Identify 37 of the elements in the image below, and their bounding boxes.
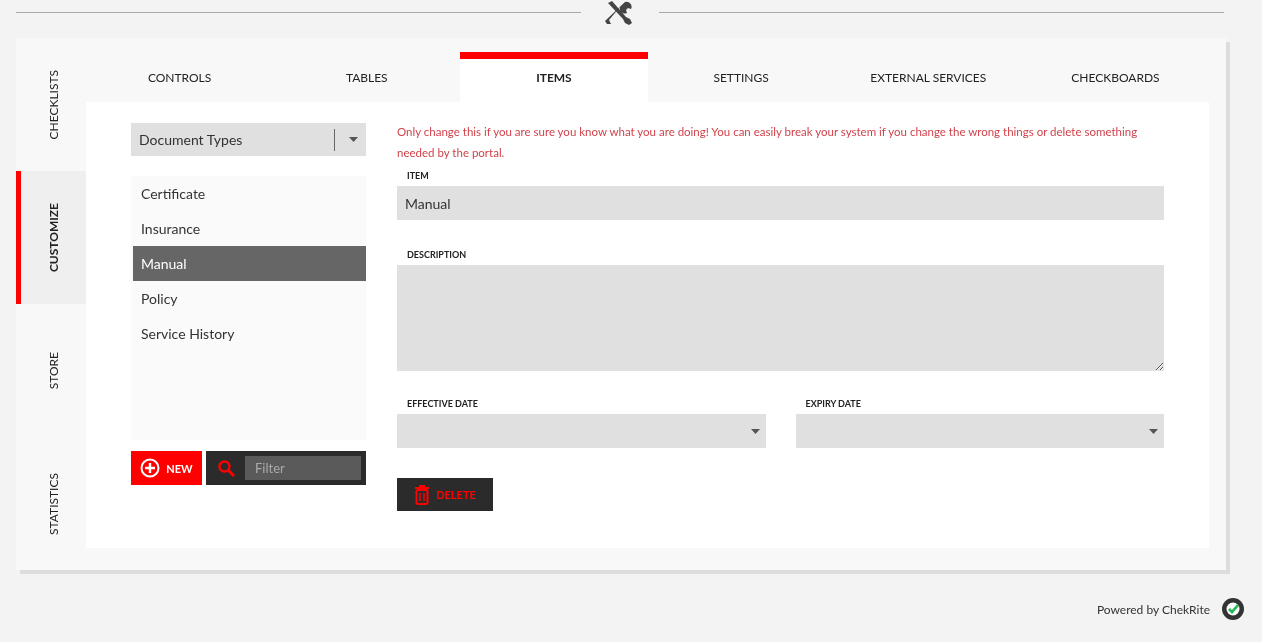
trash-icon — [414, 484, 431, 505]
side-tab[interactable]: STORE — [16, 304, 86, 437]
type-dropdown[interactable]: Document Types — [131, 123, 366, 156]
field-label: EXPIRY DATE — [804, 398, 861, 409]
plus-circle-icon — [140, 458, 161, 478]
caret-icon — [1149, 428, 1158, 434]
footer-text: Powered by ChekRite — [1096, 601, 1210, 617]
item-field[interactable]: Manual — [397, 186, 1164, 220]
search-icon — [218, 459, 235, 477]
tab[interactable]: CONTROLS — [86, 52, 274, 102]
filter-field[interactable]: Filter — [245, 456, 361, 480]
date-dropdown[interactable] — [397, 414, 766, 448]
caret-icon — [750, 428, 760, 434]
list-item[interactable]: Service History — [133, 316, 366, 351]
tab[interactable]: SETTINGS — [647, 52, 835, 102]
tab[interactable]: ITEMS — [460, 52, 648, 102]
date-dropdown[interactable] — [795, 414, 1164, 448]
list-item[interactable]: Insurance — [133, 211, 366, 246]
description-field[interactable] — [397, 265, 1164, 371]
side-tab[interactable]: CHECKLISTS — [16, 38, 86, 171]
warning-text: Only change this if you are sure you know what you are doing! You can easily break your system if you change the wrong things or delete something needed by the portal. — [397, 124, 1139, 161]
field-label: DESCRIPTION — [406, 249, 467, 260]
tab[interactable]: CHECKBOARDS — [1021, 52, 1210, 102]
tab[interactable]: EXTERNAL SERVICES — [834, 52, 1022, 102]
check-badge-icon — [1222, 598, 1244, 620]
delete-button[interactable]: DELETE — [397, 478, 493, 511]
field-label: EFFECTIVE DATE — [406, 398, 478, 409]
tab[interactable]: TABLES — [273, 52, 461, 102]
new-button[interactable]: NEW — [131, 451, 202, 485]
list-item[interactable]: Policy — [133, 281, 366, 316]
tools-icon — [605, 0, 635, 25]
caret-icon — [349, 137, 358, 142]
field-label: ITEM — [406, 170, 429, 181]
list-item[interactable]: Manual — [133, 246, 366, 281]
side-tab[interactable]: STATISTICS — [16, 437, 86, 570]
side-tab[interactable]: CUSTOMIZE — [16, 171, 86, 304]
list-item[interactable]: Certificate — [133, 176, 366, 211]
